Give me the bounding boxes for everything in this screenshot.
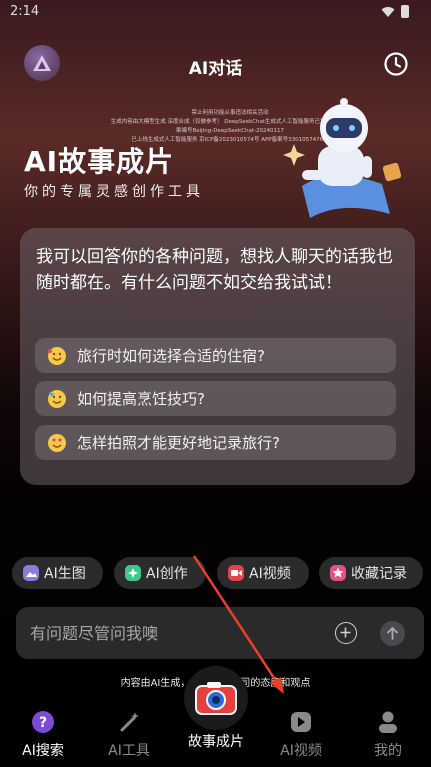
chat-input-bar xyxy=(16,607,424,659)
image-gen-icon xyxy=(23,565,39,581)
story-video-label: 故事成片 xyxy=(188,734,244,750)
banner-subtitle: 你的专属灵感创作工具 xyxy=(24,184,204,200)
nav-item-ai-search[interactable]: ? AI搜索 xyxy=(13,710,73,760)
user-icon xyxy=(379,711,397,733)
status-time: 2:14 xyxy=(10,4,40,19)
plus-icon xyxy=(340,627,351,638)
nav-item-ai-tools[interactable]: AI工具 xyxy=(99,710,159,760)
quick-action-ai-video[interactable]: AI视频 xyxy=(217,557,309,589)
nav-label: 我的 xyxy=(374,743,402,759)
create-icon xyxy=(125,565,141,581)
send-button[interactable] xyxy=(380,621,405,646)
chat-intro-card: 我可以回答你的各种问题，想找人聊天的话我也随时都在。有什么问题不如交给我试试！ … xyxy=(20,228,415,485)
svg-text:?: ? xyxy=(39,715,47,731)
status-icons xyxy=(381,5,409,18)
status-bar: 2:14 xyxy=(0,0,431,26)
assistant-intro-text: 我可以回答你的各种问题，想找人聊天的话我也随时都在。有什么问题不如交给我试试！ xyxy=(36,247,393,293)
nav-label: AI搜索 xyxy=(22,743,64,759)
quick-action-favorites[interactable]: 收藏记录 xyxy=(319,557,423,589)
page-title: AI对话 xyxy=(188,59,243,79)
chat-input[interactable] xyxy=(30,607,320,659)
magic-wand-icon xyxy=(120,712,139,732)
nav-item-ai-video[interactable]: AI视频 xyxy=(271,710,331,760)
video-icon xyxy=(228,565,244,581)
banner-title: AI故事成片 xyxy=(24,145,175,178)
camera-icon xyxy=(195,682,237,715)
nav-item-profile[interactable]: 我的 xyxy=(358,710,418,760)
arrow-up-icon xyxy=(387,626,398,640)
suggestion-label: 旅行时如何选择合适的住宿? xyxy=(77,347,265,365)
quick-action-ai-image[interactable]: AI生图 xyxy=(12,557,103,589)
robot-mascot-illustration xyxy=(283,98,402,218)
suggestion-chip[interactable]: 旅行时如何选择合适的住宿? xyxy=(35,338,396,373)
battery-icon xyxy=(401,5,409,18)
suggestion-chip[interactable]: 怎样拍照才能更好地记录旅行? xyxy=(35,425,396,460)
quick-action-label: AI创作 xyxy=(146,566,188,582)
quick-actions-bar: AI生图 AI创作 AI视频 收藏记录 xyxy=(12,557,431,589)
play-icon xyxy=(291,712,311,732)
quick-action-label: AI生图 xyxy=(44,566,86,582)
quick-action-label: AI视频 xyxy=(249,566,291,582)
emoji-smile-hearts-icon xyxy=(48,346,66,365)
emoji-party-icon xyxy=(48,389,66,408)
question-icon: ? xyxy=(32,711,54,733)
add-attachment-button[interactable] xyxy=(335,622,357,644)
emoji-heart-eyes-icon xyxy=(48,433,66,452)
star-icon xyxy=(330,565,346,581)
history-clock-icon[interactable] xyxy=(383,51,409,77)
quick-action-ai-create[interactable]: AI创作 xyxy=(114,557,206,589)
story-video-button[interactable] xyxy=(184,666,248,730)
quick-action-label: 收藏记录 xyxy=(351,566,407,582)
suggestion-label: 如何提高烹饪技巧? xyxy=(77,390,205,408)
nav-label: AI工具 xyxy=(108,743,150,759)
suggestion-chip[interactable]: 如何提高烹饪技巧? xyxy=(35,381,396,416)
nav-label: AI视频 xyxy=(280,743,322,759)
suggestion-label: 怎样拍照才能更好地记录旅行? xyxy=(77,434,280,452)
wifi-icon xyxy=(381,6,395,17)
